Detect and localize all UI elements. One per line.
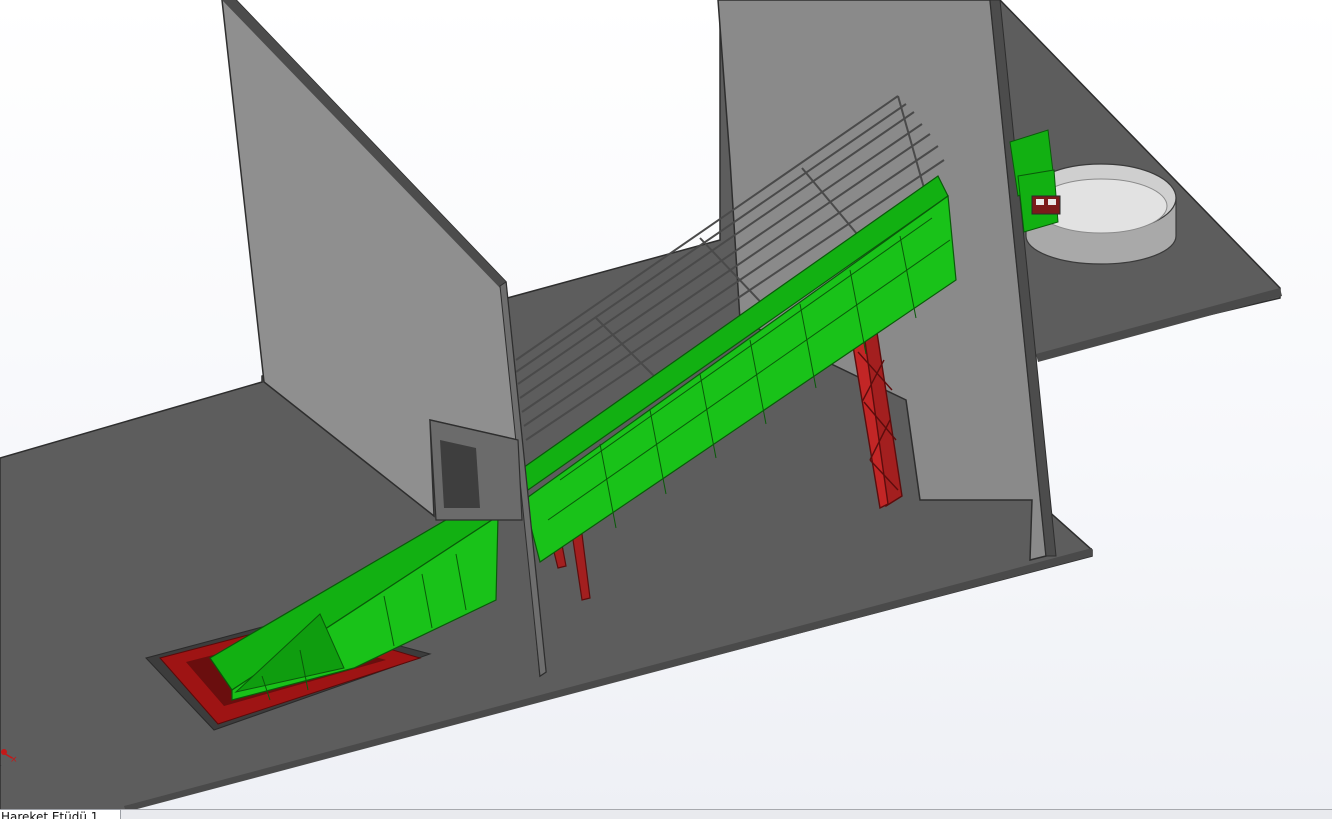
bottom-tab-bar: Hareket Etüdü 1 [0, 809, 1332, 819]
axis-triad-icon: × ′ [0, 740, 22, 772]
svg-text:×: × [10, 755, 18, 765]
graphics-viewport[interactable] [0, 0, 1332, 809]
wall-opening-inner [440, 440, 480, 508]
cad-model-scene[interactable] [0, 0, 1332, 809]
svg-text:′: ′ [0, 764, 2, 770]
tab-motion-study[interactable]: Hareket Etüdü 1 [0, 809, 122, 819]
